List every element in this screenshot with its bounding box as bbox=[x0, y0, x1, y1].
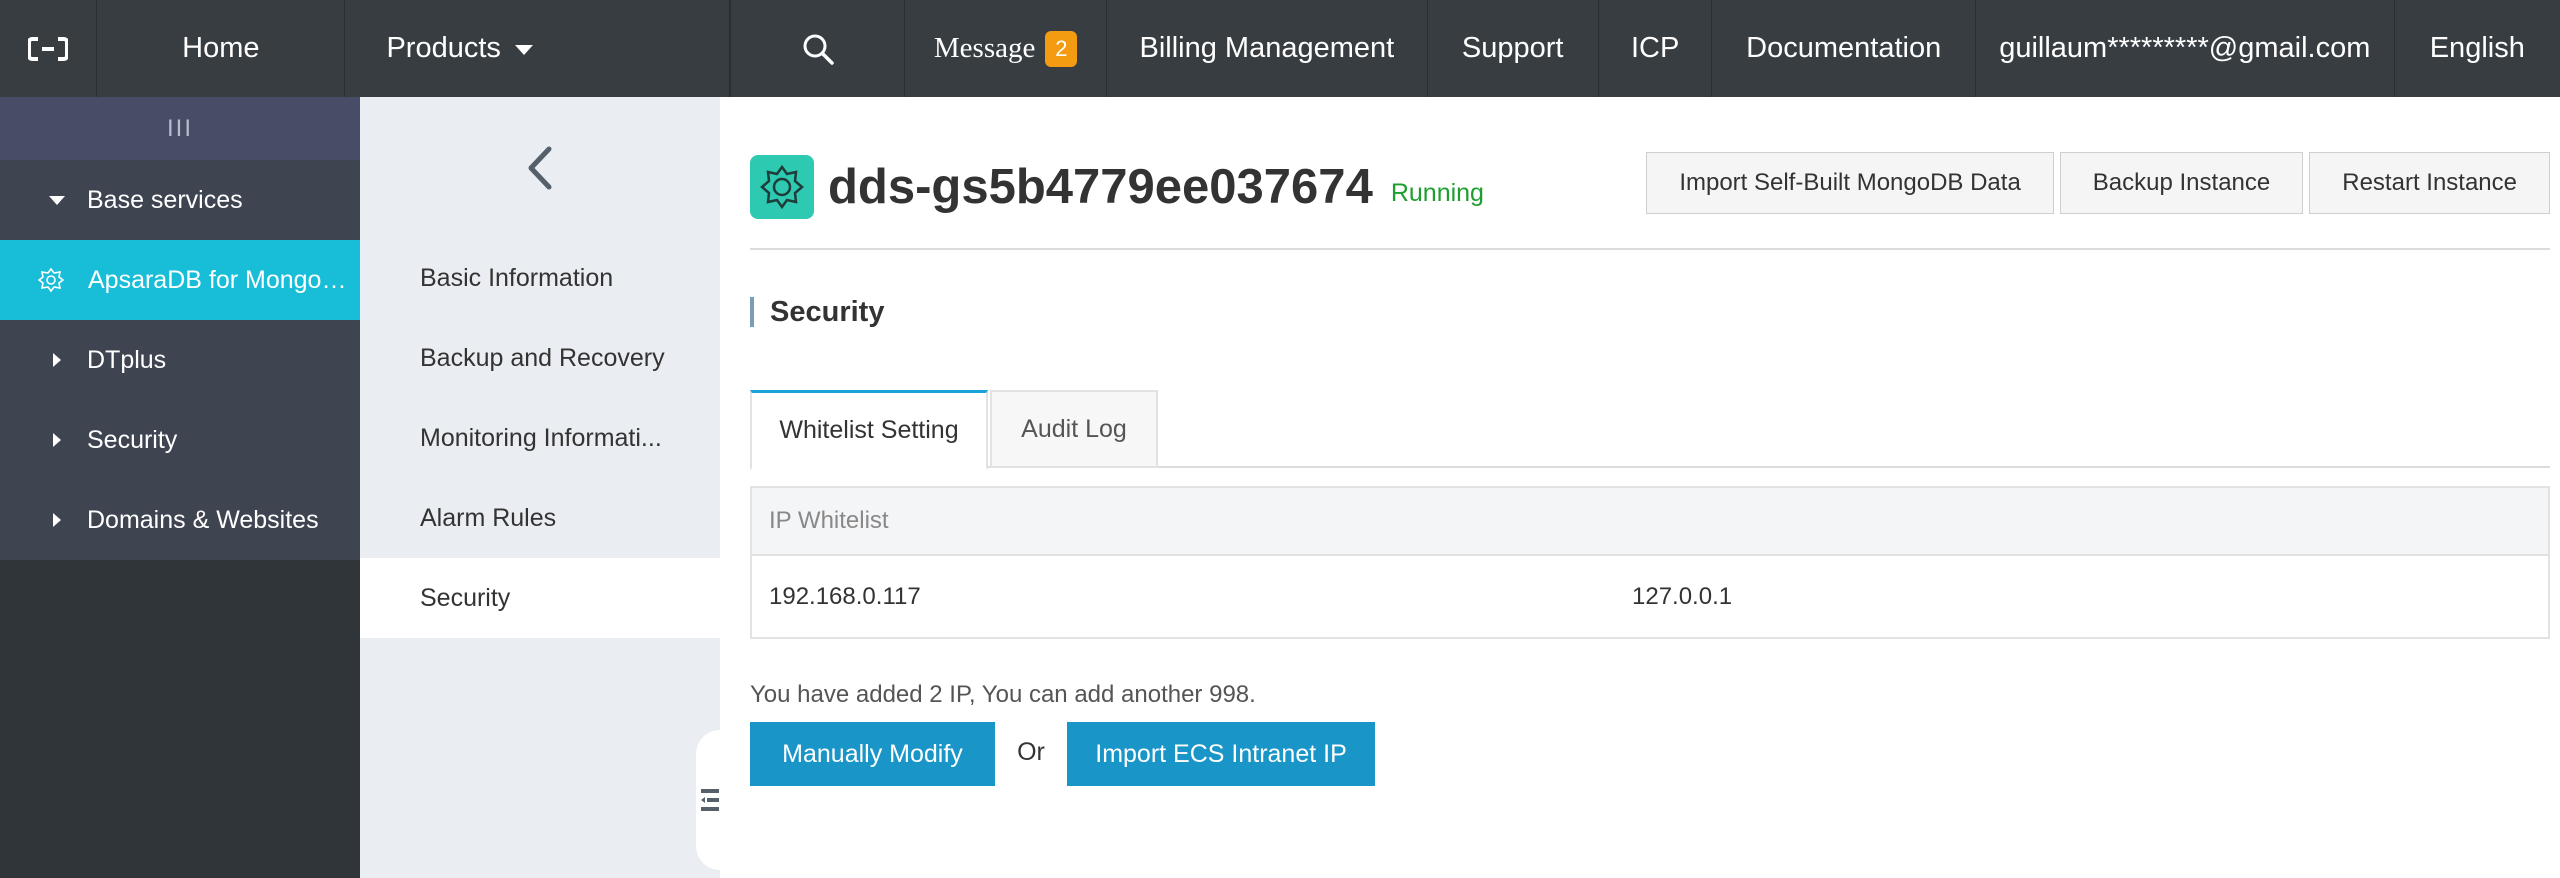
section-title: Security bbox=[750, 296, 884, 328]
top-navigation-bar: Home Products Message 2 Billing Manageme… bbox=[0, 0, 2560, 97]
table-header: IP Whitelist bbox=[752, 488, 2548, 556]
sidebar-item-label: Base services bbox=[87, 185, 243, 214]
sidebar-item-label: Security bbox=[87, 425, 178, 454]
nav-icp[interactable]: ICP bbox=[1599, 0, 1713, 97]
manually-modify-button[interactable]: Manually Modify bbox=[750, 722, 995, 786]
message-count-badge: 2 bbox=[1045, 30, 1078, 67]
sidebar-item-apsaradb-mongodb[interactable]: ApsaraDB for MongoDB bbox=[0, 240, 360, 320]
caret-right-icon bbox=[53, 513, 61, 527]
nav-support[interactable]: Support bbox=[1428, 0, 1599, 97]
caret-right-icon bbox=[53, 353, 61, 367]
backup-instance-button[interactable]: Backup Instance bbox=[2059, 152, 2304, 214]
table-row: 192.168.0.117 127.0.0.1 bbox=[752, 556, 2548, 637]
sidebar-item-dtplus[interactable]: DTplus bbox=[0, 320, 360, 400]
back-button[interactable] bbox=[360, 97, 720, 238]
sidebar-item-label: Domains & Websites bbox=[87, 505, 319, 534]
subnav-security[interactable]: Security bbox=[360, 558, 720, 638]
sidebar-item-security[interactable]: Security bbox=[0, 400, 360, 480]
nav-documentation[interactable]: Documentation bbox=[1712, 0, 1977, 97]
security-tabs: Whitelist Setting Audit Log bbox=[750, 390, 2550, 470]
subnav-backup-recovery[interactable]: Backup and Recovery bbox=[360, 318, 720, 398]
subnav-alarm-rules[interactable]: Alarm Rules bbox=[360, 478, 720, 558]
chevron-down-icon bbox=[514, 45, 533, 55]
mongodb-service-icon bbox=[38, 267, 64, 293]
nav-billing-management[interactable]: Billing Management bbox=[1107, 0, 1428, 97]
search-icon bbox=[803, 34, 834, 65]
sidebar-item-domains-websites[interactable]: Domains & Websites bbox=[0, 480, 360, 560]
product-sidebar: III Base services ApsaraDB for MongoDB D… bbox=[0, 97, 360, 878]
restart-instance-button[interactable]: Restart Instance bbox=[2309, 152, 2550, 214]
subnav-basic-information[interactable]: Basic Information bbox=[360, 238, 720, 318]
subnav-monitoring-information[interactable]: Monitoring Informati... bbox=[360, 398, 720, 478]
or-separator: Or bbox=[1017, 737, 1045, 766]
import-ecs-intranet-ip-button[interactable]: Import ECS Intranet IP bbox=[1067, 722, 1375, 786]
instance-header: dds-gs5b4779ee037674 Running Import Self… bbox=[750, 152, 2550, 222]
nav-products-label: Products bbox=[386, 32, 501, 64]
sidebar-item-label: DTplus bbox=[87, 345, 167, 374]
tab-audit-log[interactable]: Audit Log bbox=[990, 390, 1158, 468]
instance-icon bbox=[750, 155, 814, 219]
caret-right-icon bbox=[53, 433, 61, 447]
language-selector[interactable]: English bbox=[2395, 0, 2560, 97]
whitelist-count-note: You have added 2 IP, You can add another… bbox=[750, 681, 1256, 708]
nav-home[interactable]: Home bbox=[97, 0, 346, 97]
nav-products-dropdown[interactable]: Products bbox=[345, 0, 730, 97]
instance-subnav: Basic Information Backup and Recovery Mo… bbox=[360, 97, 724, 878]
whitelist-ip: 192.168.0.117 bbox=[769, 582, 921, 610]
main-content: dds-gs5b4779ee037674 Running Import Self… bbox=[720, 97, 2560, 878]
sidebar-item-base-services[interactable]: Base services bbox=[0, 160, 360, 240]
caret-down-icon bbox=[49, 195, 65, 205]
whitelist-ip: 127.0.0.1 bbox=[1632, 582, 1733, 610]
nav-message-label: Message bbox=[933, 32, 1036, 64]
header-divider bbox=[750, 248, 2550, 250]
sidebar-collapse-toggle[interactable]: III bbox=[0, 97, 360, 160]
nav-message[interactable]: Message 2 bbox=[905, 0, 1108, 97]
search-button[interactable] bbox=[729, 0, 906, 97]
chevron-left-icon bbox=[528, 146, 552, 189]
tab-whitelist-setting[interactable]: Whitelist Setting bbox=[750, 390, 988, 470]
instance-status-badge: Running bbox=[1390, 178, 1484, 207]
instance-name: dds-gs5b4779ee037674 bbox=[828, 160, 1373, 214]
aliyun-logo-icon[interactable] bbox=[0, 0, 98, 97]
import-mongodb-data-button[interactable]: Import Self-Built MongoDB Data bbox=[1646, 152, 2054, 214]
account-menu[interactable]: guillaum*********@gmail.com bbox=[1976, 0, 2395, 97]
collapse-menu-icon bbox=[701, 789, 719, 811]
ip-whitelist-table: IP Whitelist 192.168.0.117 127.0.0.1 bbox=[750, 486, 2550, 639]
sidebar-item-label: ApsaraDB for MongoDB bbox=[88, 265, 350, 294]
